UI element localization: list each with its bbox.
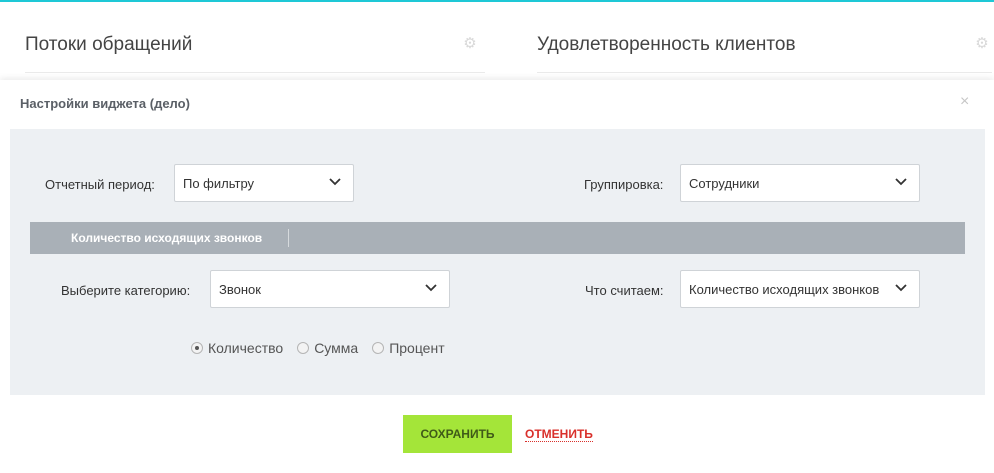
widget-divider-left bbox=[25, 72, 485, 73]
modal-title: Настройки виджета (дело) bbox=[20, 96, 190, 111]
chevron-down-icon bbox=[329, 178, 341, 186]
cancel-link[interactable]: ОТМЕНИТЬ bbox=[525, 427, 593, 442]
radio-percent-dot[interactable] bbox=[372, 342, 385, 354]
grouping-select[interactable]: Сотрудники bbox=[680, 164, 920, 202]
widget-title-right: Удовлетворенность клиентов bbox=[537, 34, 796, 55]
period-select-value: По фильтру bbox=[183, 176, 255, 191]
widget-divider-right bbox=[537, 72, 992, 73]
widget-title-left: Потоки обращений bbox=[25, 34, 193, 55]
radio-sum[interactable]: Сумма bbox=[297, 340, 358, 356]
period-select[interactable]: По фильтру bbox=[174, 164, 354, 202]
radio-percent[interactable]: Процент bbox=[372, 340, 445, 356]
metric-select-value: Количество исходящих звонков bbox=[689, 282, 880, 297]
radio-sum-dot[interactable] bbox=[297, 342, 310, 354]
gear-icon[interactable]: ⚙ bbox=[974, 36, 990, 52]
chevron-down-icon bbox=[425, 284, 437, 292]
grouping-label: Группировка: bbox=[584, 177, 664, 192]
chevron-down-icon bbox=[895, 284, 907, 292]
metric-select[interactable]: Количество исходящих звонков bbox=[680, 270, 920, 308]
category-label: Выберите категорию: bbox=[61, 283, 191, 298]
settings-panel: Отчетный период: По фильтру Группировка:… bbox=[10, 129, 985, 395]
radio-sum-label: Сумма bbox=[314, 340, 359, 356]
widget-settings-modal: Настройки виджета (дело) × Отчетный пери… bbox=[0, 80, 994, 473]
radio-count[interactable]: Количество bbox=[191, 340, 283, 356]
metric-label: Что считаем: bbox=[585, 283, 664, 298]
grouping-select-value: Сотрудники bbox=[689, 176, 760, 191]
close-icon[interactable]: × bbox=[960, 94, 969, 110]
section-tab-separator bbox=[288, 229, 289, 247]
radio-percent-label: Процент bbox=[389, 340, 445, 356]
category-select-value: Звонок bbox=[219, 282, 261, 297]
category-select[interactable]: Звонок bbox=[210, 270, 450, 308]
aggregation-radio-group: Количество Сумма Процент bbox=[191, 340, 459, 356]
section-tab-outgoing-calls[interactable]: Количество исходящих звонков bbox=[71, 231, 262, 245]
chevron-down-icon bbox=[895, 178, 907, 186]
gear-icon[interactable]: ⚙ bbox=[462, 36, 478, 52]
section-tab-bar: Количество исходящих звонков bbox=[30, 222, 965, 254]
period-label: Отчетный период: bbox=[45, 177, 155, 192]
radio-count-label: Количество bbox=[208, 340, 284, 356]
save-button[interactable]: СОХРАНИТЬ bbox=[403, 415, 512, 453]
radio-count-dot[interactable] bbox=[191, 342, 203, 354]
